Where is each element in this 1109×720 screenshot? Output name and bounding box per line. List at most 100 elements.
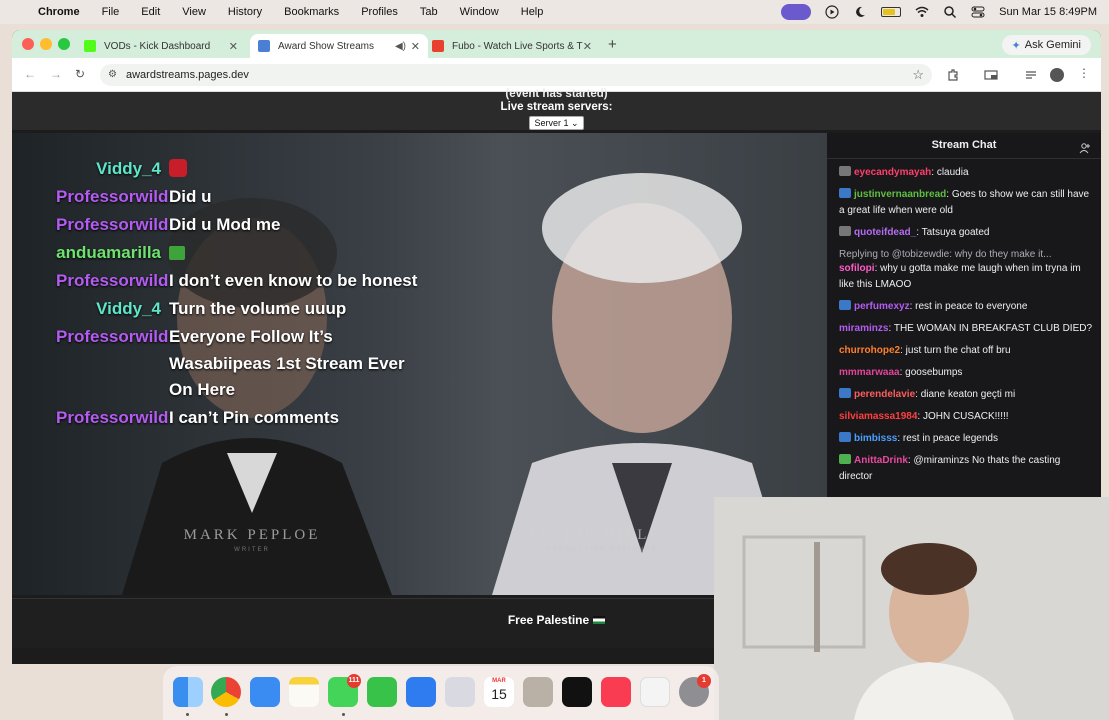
facetime-icon[interactable] [367, 677, 397, 707]
chat-message: Replying to @tobizewdie: why do they mak… [839, 247, 1093, 293]
chat-username[interactable]: AnittaDrink [854, 455, 908, 466]
moon-icon[interactable] [853, 5, 867, 19]
chat-message: perfumexyz: rest in peace to everyone [839, 299, 1093, 315]
overlay-chat-row: anduamarilla [56, 239, 436, 267]
keynote-icon[interactable] [406, 677, 436, 707]
messages-badge: 111 [347, 674, 361, 688]
reply-context[interactable]: Replying to @tobizewdie: why do they mak… [839, 247, 1093, 263]
browser-toolbar: ← → ↻ ⚙ awardstreams.pages.dev ☆ ⋮ [12, 58, 1101, 92]
status-area: Sun Mar 15 8:49PM [781, 0, 1097, 24]
more-menu-icon[interactable]: ⋮ [1078, 66, 1092, 80]
profile-avatar[interactable] [1050, 68, 1064, 82]
news-icon[interactable] [640, 677, 670, 707]
site-info-icon[interactable]: ⚙ [108, 69, 117, 80]
play-icon[interactable] [825, 5, 839, 19]
chat-message: mmmarwaaa: goosebumps [839, 365, 1093, 381]
badge-icon [839, 432, 851, 442]
speaker-icon[interactable]: ◀) [395, 41, 406, 52]
menu-profiles[interactable]: Profiles [361, 6, 398, 18]
menu-edit[interactable]: Edit [141, 6, 160, 18]
ask-gemini-label: Ask Gemini [1024, 39, 1081, 51]
finder-icon[interactable] [173, 677, 203, 707]
ask-gemini-button[interactable]: ✦ Ask Gemini [1001, 35, 1091, 55]
menu-help[interactable]: Help [521, 6, 544, 18]
chat-username[interactable]: justinvernaanbread [854, 189, 946, 200]
tab-kick-dashboard[interactable]: VODs - Kick Dashboard ✕ [76, 34, 246, 58]
control-center-icon[interactable] [971, 5, 985, 19]
address-bar[interactable]: ⚙ awardstreams.pages.dev ☆ [100, 64, 932, 86]
overlay-chat-row: Professorwild Did u Mod me [56, 211, 436, 239]
close-tab-icon[interactable]: ✕ [583, 40, 592, 53]
overlay-chat-message: I don’t even know to be honest [169, 271, 418, 290]
close-tab-icon[interactable]: ✕ [229, 40, 238, 53]
menu-file[interactable]: File [102, 6, 120, 18]
chat-username[interactable]: eyecandymayah [854, 167, 931, 178]
reading-list-icon[interactable] [1024, 68, 1038, 82]
close-window-button[interactable] [22, 38, 34, 50]
chevron-down-icon: ⌄ [570, 118, 579, 128]
mail-icon[interactable] [250, 677, 280, 707]
maximize-window-button[interactable] [58, 38, 70, 50]
tab-fubo[interactable]: Fubo - Watch Live Sports & T ✕ [424, 34, 600, 58]
chat-username[interactable]: churrohope2 [839, 345, 900, 356]
chat-username[interactable]: perfumexyz [854, 301, 910, 312]
chat-username[interactable]: perendelavie [854, 389, 915, 400]
reload-icon[interactable]: ↻ [75, 67, 85, 81]
search-icon[interactable] [943, 5, 957, 19]
close-tab-icon[interactable]: ✕ [411, 40, 420, 53]
wifi-icon[interactable] [915, 5, 929, 19]
chat-username[interactable]: silviamassa1984 [839, 411, 917, 422]
name-card-role: WRITER [234, 547, 270, 553]
forward-icon[interactable]: → [50, 67, 62, 81]
battery-icon[interactable] [881, 7, 902, 17]
menu-history[interactable]: History [228, 6, 262, 18]
video-player[interactable]: MARK PEPLOE WRITER LESLIE DILLEY PRODUCT… [12, 133, 827, 595]
menu-clock[interactable]: Sun Mar 15 8:49PM [999, 6, 1097, 18]
chat-text: : why u gotta make me laugh when im tryn… [839, 263, 1081, 290]
menu-bookmarks[interactable]: Bookmarks [284, 6, 339, 18]
extensions-icon[interactable] [946, 68, 960, 82]
contacts-icon[interactable] [523, 677, 553, 707]
menu-app-name[interactable]: Chrome [38, 6, 80, 18]
apple-tv-icon[interactable] [562, 677, 592, 707]
calendar-icon[interactable]: MAR 15 [484, 677, 514, 707]
tab-label: Fubo - Watch Live Sports & T [452, 40, 583, 52]
chat-username[interactable]: bimbisss [854, 433, 897, 444]
chat-message: perendelavie: diane keaton geçti mi [839, 387, 1093, 403]
new-tab-button[interactable]: + [608, 36, 617, 53]
chat-text: : rest in peace legends [897, 433, 998, 444]
bookmark-star-icon[interactable]: ☆ [912, 67, 924, 83]
chat-username[interactable]: quoteifdead_ [854, 227, 916, 238]
chat-message: silviamassa1984: JOHN CUSACK!!!!! [839, 409, 1093, 425]
launchpad-icon[interactable] [445, 677, 475, 707]
chrome-icon[interactable] [211, 677, 241, 707]
tab-award-show-streams[interactable]: Award Show Streams ◀) ✕ [250, 34, 428, 58]
chat-text: : THE WOMAN IN BREAKFAST CLUB DIED? [888, 323, 1093, 334]
running-indicator [342, 713, 345, 716]
palestine-flag-icon [593, 616, 606, 624]
chat-header: Stream Chat [827, 133, 1101, 159]
screen-mirroring-icon[interactable] [781, 4, 812, 20]
overlay-chat-row: Professorwild Did u [56, 183, 436, 211]
users-icon[interactable] [1079, 139, 1091, 154]
overlay-chat-user: Professorwild [56, 327, 169, 346]
overlay-chat-user: anduamarilla [56, 243, 161, 262]
chat-username[interactable]: mmmarwaaa [839, 367, 900, 378]
chat-text: : rest in peace to everyone [909, 301, 1028, 312]
music-icon[interactable] [601, 677, 631, 707]
menu-tab[interactable]: Tab [420, 6, 438, 18]
chat-username[interactable]: miraminzs [839, 323, 888, 334]
menu-window[interactable]: Window [460, 6, 499, 18]
server-selected: Server 1 [534, 118, 569, 128]
servers-label: Live stream servers: [500, 101, 613, 113]
back-icon[interactable]: ← [24, 67, 36, 81]
cast-icon[interactable] [984, 68, 998, 82]
chat-message-list: eyecandymayah: claudia justinvernaanbread… [827, 159, 1101, 485]
minimize-window-button[interactable] [40, 38, 52, 50]
server-select[interactable]: Server 1 ⌄ [529, 116, 584, 130]
notes-icon[interactable] [289, 677, 319, 707]
overlay-chat-row: Viddy_4 [56, 155, 436, 183]
badge-icon [839, 188, 851, 198]
chat-username[interactable]: sofilopi [839, 263, 875, 274]
menu-view[interactable]: View [182, 6, 206, 18]
